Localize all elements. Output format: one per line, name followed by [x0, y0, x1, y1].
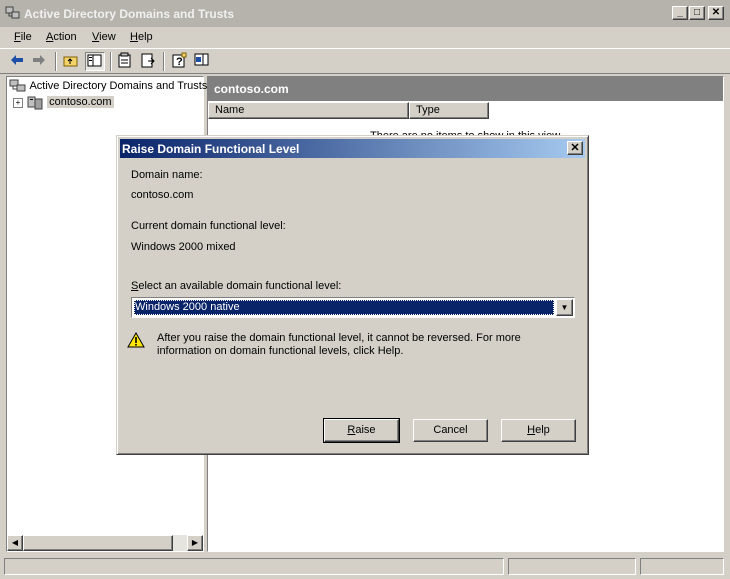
- current-level-value: Windows 2000 mixed: [131, 241, 236, 253]
- dialog-title: Raise Domain Functional Level: [122, 142, 300, 156]
- status-panel-3: [640, 558, 724, 575]
- menu-view[interactable]: View: [92, 31, 116, 43]
- svg-text:?: ?: [176, 56, 183, 68]
- menu-action[interactable]: Action: [46, 31, 77, 43]
- dropdown-arrow-icon: ▼: [560, 303, 569, 312]
- back-button[interactable]: [8, 52, 28, 71]
- combobox-dropdown-button[interactable]: ▼: [556, 299, 573, 316]
- tree-root-label: Active Directory Domains and Trusts: [29, 79, 208, 92]
- status-panel-main: [4, 558, 504, 575]
- scroll-left-button[interactable]: ◀: [7, 535, 23, 551]
- show-hide-console-tree-button[interactable]: [85, 52, 105, 71]
- tree-item-contoso[interactable]: + contoso.com: [13, 95, 114, 110]
- action-pane-icon: [194, 53, 209, 66]
- help-button[interactable]: ?: [170, 52, 190, 71]
- tree-horizontal-scrollbar[interactable]: ◀ ▶: [7, 535, 203, 551]
- toolbar-separator: [163, 52, 165, 71]
- maximize-button[interactable]: □: [689, 6, 705, 20]
- forward-icon: [33, 55, 45, 65]
- export-list-button[interactable]: [139, 52, 159, 71]
- maximize-icon: □: [693, 7, 701, 18]
- domain-name-value: contoso.com: [131, 189, 194, 201]
- current-level-label: Current domain functional level:: [131, 220, 286, 232]
- minimize-icon: _: [677, 7, 683, 18]
- toolbar: ?: [0, 48, 730, 74]
- column-header-type[interactable]: Type: [409, 102, 489, 119]
- expand-icon[interactable]: +: [13, 97, 23, 108]
- raise-button[interactable]: Raise: [323, 418, 400, 443]
- warning-text: After you raise the domain functional le…: [157, 332, 521, 357]
- cancel-button[interactable]: Cancel: [413, 419, 488, 442]
- dialog-close-button[interactable]: ✕: [567, 141, 583, 155]
- properties-icon: [118, 52, 131, 68]
- menu-bar: File Action View Help: [0, 27, 730, 48]
- up-one-level-button[interactable]: [62, 52, 82, 71]
- scroll-thumb[interactable]: [23, 535, 173, 551]
- app-icon: [5, 6, 20, 19]
- dialog-title-bar[interactable]: Raise Domain Functional Level ✕: [120, 139, 585, 158]
- domain-name-label: Domain name:: [131, 169, 203, 181]
- minimize-button[interactable]: _: [672, 6, 688, 20]
- scroll-left-icon: ◀: [11, 538, 19, 547]
- window-title: Active Directory Domains and Trusts: [24, 7, 235, 21]
- help-icon: ?: [172, 52, 187, 68]
- functional-level-combobox[interactable]: Windows 2000 native ▼: [131, 297, 575, 318]
- properties-button[interactable]: [116, 52, 136, 71]
- results-pane-title: contoso.com: [214, 82, 289, 96]
- close-icon: ✕: [711, 7, 721, 18]
- back-icon: [11, 55, 23, 65]
- help-dialog-button[interactable]: Help: [501, 419, 576, 442]
- status-bar: [0, 555, 730, 579]
- status-panel-2: [508, 558, 636, 575]
- scroll-right-icon: ▶: [191, 538, 199, 547]
- domain-tree-icon: [9, 79, 26, 92]
- tree-item-label: contoso.com: [47, 96, 114, 109]
- close-window-button[interactable]: ✕: [708, 6, 724, 20]
- toolbar-separator: [110, 52, 112, 71]
- export-icon: [141, 53, 155, 68]
- results-pane-header: contoso.com: [208, 77, 723, 101]
- select-level-label: Select an available domain functional le…: [131, 280, 342, 292]
- menu-file[interactable]: File: [14, 31, 32, 43]
- show-tree-icon: [87, 54, 102, 67]
- show-hide-action-pane-button[interactable]: [193, 52, 213, 71]
- close-icon: ✕: [570, 142, 580, 154]
- menu-help[interactable]: Help: [130, 31, 153, 43]
- tree-root-item[interactable]: Active Directory Domains and Trusts: [9, 79, 207, 93]
- main-title-bar[interactable]: Active Directory Domains and Trusts _ □ …: [0, 0, 730, 27]
- warning-icon: [127, 332, 145, 348]
- scroll-right-button[interactable]: ▶: [187, 535, 203, 551]
- forward-button[interactable]: [30, 52, 50, 71]
- up-folder-icon: [63, 56, 78, 67]
- toolbar-separator: [55, 52, 57, 71]
- selected-level: Windows 2000 native: [134, 300, 554, 315]
- column-header-name[interactable]: Name: [208, 102, 409, 119]
- raise-domain-level-dialog: Raise Domain Functional Level ✕ Domain n…: [116, 135, 589, 455]
- domain-icon: [27, 96, 43, 110]
